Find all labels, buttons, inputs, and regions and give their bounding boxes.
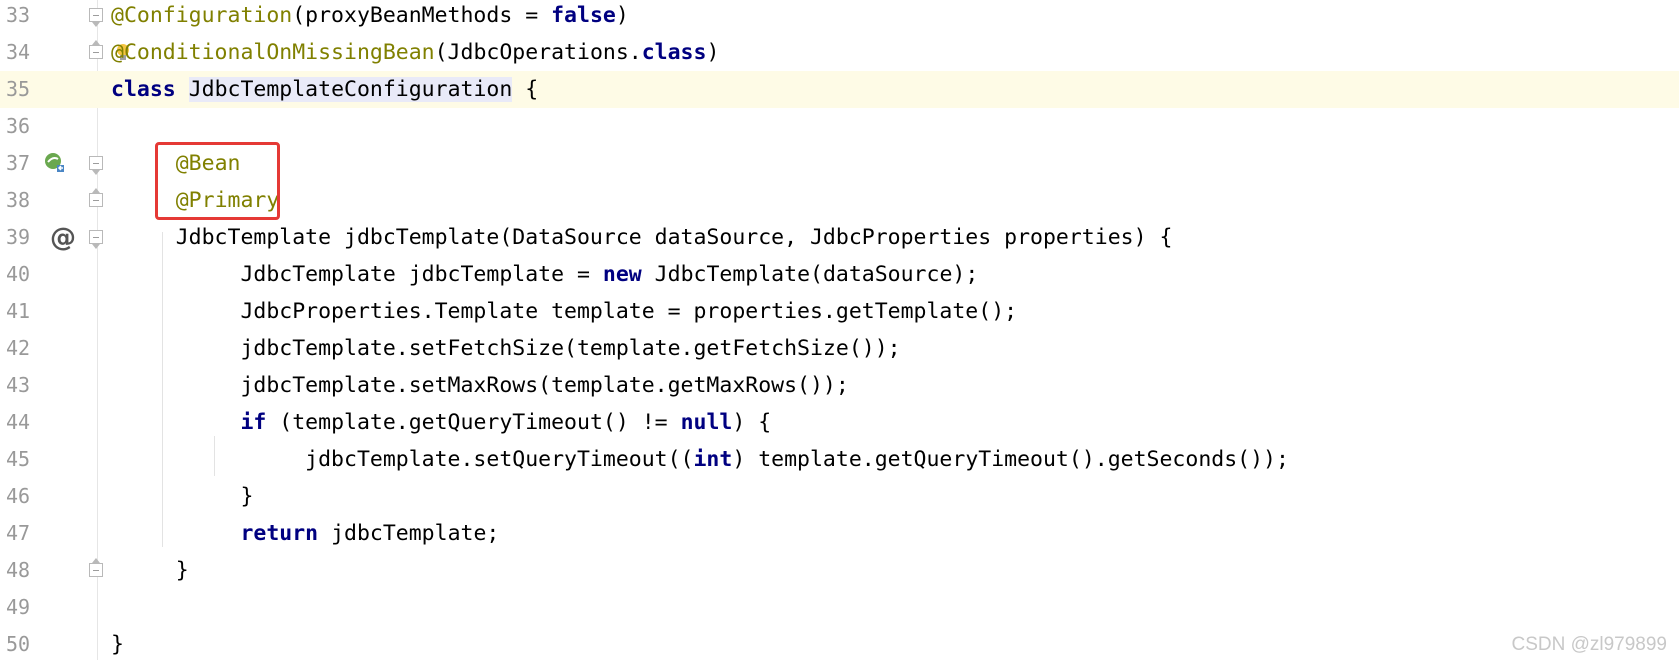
code-line[interactable]: 34 @ConditionalOnMissingBean(JdbcOperatio… xyxy=(0,34,1679,71)
keyword-token: class xyxy=(111,77,176,102)
code-text[interactable]: @ConditionalOnMissingBean(JdbcOperations… xyxy=(111,34,719,71)
keyword-token: return xyxy=(240,521,319,546)
line-number[interactable]: 37 xyxy=(6,145,46,182)
code-token: ) xyxy=(615,3,629,28)
fold-end-icon[interactable] xyxy=(89,558,103,577)
code-token: { xyxy=(512,77,539,102)
code-text[interactable]: class JdbcTemplateConfiguration { xyxy=(111,71,538,108)
code-line[interactable]: 46 } xyxy=(0,478,1679,515)
keyword-token: int xyxy=(693,447,733,472)
code-line[interactable]: 41 JdbcProperties.Template template = pr… xyxy=(0,293,1679,330)
annotation-token: @Configuration xyxy=(111,3,293,28)
fold-end-icon[interactable] xyxy=(89,40,103,59)
code-token: jdbcTemplate.setFetchSize(template.getFe… xyxy=(111,336,901,361)
line-number[interactable]: 42 xyxy=(6,330,46,367)
line-number[interactable]: 39 xyxy=(6,219,46,256)
line-number[interactable]: 43 xyxy=(6,367,46,404)
indent-guide xyxy=(214,436,215,476)
bean-navigate-icon[interactable] xyxy=(44,152,66,174)
code-token: JdbcTemplate jdbcTemplate(DataSource dat… xyxy=(111,225,1173,250)
line-number[interactable]: 35 xyxy=(6,71,46,108)
code-line[interactable]: 47 return jdbcTemplate; xyxy=(0,515,1679,552)
line-number[interactable]: 44 xyxy=(6,404,46,441)
keyword-token: false xyxy=(551,3,616,28)
code-line[interactable]: 44 if (template.getQueryTimeout() != nul… xyxy=(0,404,1679,441)
code-editor[interactable]: 33 @Configuration(proxyBeanMethods = fals… xyxy=(0,0,1679,660)
code-token: JdbcTemplate jdbcTemplate = xyxy=(111,262,603,287)
watermark: CSDN @zl979899 xyxy=(1511,634,1667,655)
code-token: ) xyxy=(706,40,720,65)
code-token: jdbcTemplate.setMaxRows(template.getMaxR… xyxy=(111,373,849,398)
code-text[interactable]: @Configuration(proxyBeanMethods = false) xyxy=(111,0,629,34)
code-token: ) { xyxy=(732,410,772,435)
implemented-at-icon[interactable]: @ xyxy=(50,221,76,255)
code-token: } xyxy=(111,632,124,657)
line-number[interactable]: 48 xyxy=(6,552,46,589)
line-number[interactable]: 45 xyxy=(6,441,46,478)
code-text[interactable]: JdbcTemplate jdbcTemplate = new JdbcTemp… xyxy=(111,256,978,293)
code-token: (proxyBeanMethods = xyxy=(292,3,552,28)
line-number[interactable]: 38 xyxy=(6,182,46,219)
code-line[interactable]: 40 JdbcTemplate jdbcTemplate = new JdbcT… xyxy=(0,256,1679,293)
code-text[interactable]: JdbcTemplate jdbcTemplate(DataSource dat… xyxy=(111,219,1173,256)
line-number[interactable]: 47 xyxy=(6,515,46,552)
code-text[interactable]: return jdbcTemplate; xyxy=(111,515,499,552)
code-token: (template.getQueryTimeout() != xyxy=(266,410,681,435)
code-line[interactable]: 33 @Configuration(proxyBeanMethods = fals… xyxy=(0,0,1679,34)
fold-end-icon[interactable] xyxy=(89,188,103,207)
code-token: (JdbcOperations. xyxy=(434,40,642,65)
line-number[interactable]: 34 xyxy=(6,34,46,71)
code-text[interactable]: jdbcTemplate.setMaxRows(template.getMaxR… xyxy=(111,367,849,404)
keyword-token: null xyxy=(680,410,733,435)
code-text[interactable]: JdbcProperties.Template template = prope… xyxy=(111,293,1017,330)
keyword-token: new xyxy=(602,262,642,287)
line-number[interactable]: 46 xyxy=(6,478,46,515)
line-number[interactable]: 33 xyxy=(6,0,46,34)
fold-collapse-icon[interactable] xyxy=(89,230,103,249)
line-number[interactable]: 41 xyxy=(6,293,46,330)
code-line[interactable]: 42 jdbcTemplate.setFetchSize(template.ge… xyxy=(0,330,1679,367)
annotation-token: @ConditionalOnMissingBean xyxy=(111,40,435,65)
code-line[interactable]: 35 class JdbcTemplateConfiguration { xyxy=(0,71,1679,108)
code-line[interactable]: 36 xyxy=(0,108,1679,145)
line-number[interactable]: 50 xyxy=(6,626,46,663)
code-token: } xyxy=(111,558,189,583)
line-number[interactable]: 49 xyxy=(6,589,46,626)
code-line[interactable]: 43 jdbcTemplate.setMaxRows(template.getM… xyxy=(0,367,1679,404)
code-text[interactable]: if (template.getQueryTimeout() != null) … xyxy=(111,404,771,441)
code-text[interactable]: } xyxy=(111,478,253,515)
code-line[interactable]: 48 } xyxy=(0,552,1679,589)
fold-collapse-icon[interactable] xyxy=(89,156,103,175)
code-text[interactable]: } xyxy=(111,626,124,663)
class-name-token: JdbcTemplateConfiguration xyxy=(188,77,513,102)
code-line[interactable]: 49 xyxy=(0,589,1679,626)
code-token: jdbcTemplate.setQueryTimeout(( xyxy=(111,447,694,472)
code-text[interactable]: } xyxy=(111,552,189,589)
code-line[interactable]: 50} xyxy=(0,626,1679,663)
code-line[interactable]: 39 @ JdbcTemplate jdbcTemplate(DataSource… xyxy=(0,219,1679,256)
keyword-token: class xyxy=(641,40,707,65)
code-line[interactable]: 45 jdbcTemplate.setQueryTimeout((int) te… xyxy=(0,441,1679,478)
code-token: JdbcTemplate(dataSource); xyxy=(641,262,979,287)
annotation-highlight-box xyxy=(155,142,280,220)
fold-collapse-icon[interactable] xyxy=(89,8,103,27)
keyword-token: if xyxy=(240,410,267,435)
code-token: jdbcTemplate; xyxy=(318,521,500,546)
indent-guide xyxy=(162,232,163,547)
code-token: } xyxy=(111,484,254,509)
code-text[interactable]: jdbcTemplate.setQueryTimeout((int) templ… xyxy=(111,441,1289,478)
code-token: JdbcProperties.Template template = prope… xyxy=(111,299,1018,324)
code-token: ) template.getQueryTimeout().getSeconds(… xyxy=(732,447,1289,472)
line-number[interactable]: 40 xyxy=(6,256,46,293)
code-text[interactable]: jdbcTemplate.setFetchSize(template.getFe… xyxy=(111,330,901,367)
line-number[interactable]: 36 xyxy=(6,108,46,145)
